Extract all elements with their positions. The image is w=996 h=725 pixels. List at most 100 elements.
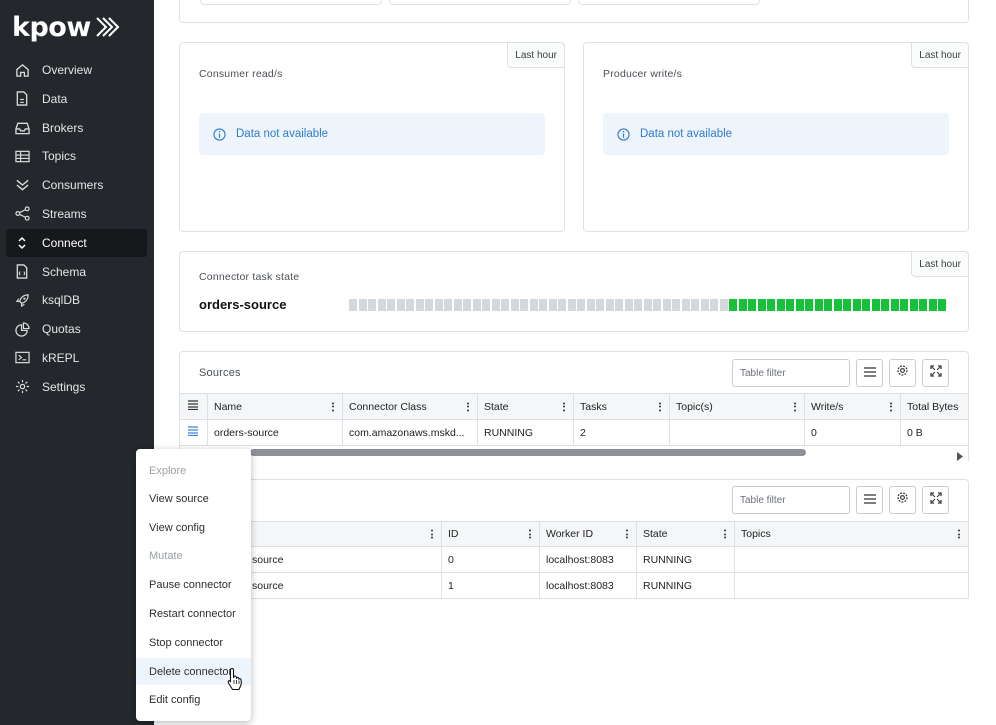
table-row[interactable]: source 1 localhost:8083 RUNNING xyxy=(180,573,968,599)
column-header-tasks[interactable]: Tasks xyxy=(574,394,670,419)
column-label: Connector Class xyxy=(349,400,427,413)
task-segment-running xyxy=(738,299,747,311)
task-segment-running xyxy=(862,299,870,311)
task-segment-idle xyxy=(520,299,528,311)
row-menu-cell[interactable] xyxy=(180,420,208,445)
task-segment-idle xyxy=(444,299,452,311)
cell-name[interactable]: orders-source xyxy=(208,420,343,445)
consumer-read-card: Last hour Consumer read/s Data not avail… xyxy=(179,42,565,232)
tasks-card: Table filter ID Worker ID State Topics s… xyxy=(179,479,969,599)
chevrons-updown-icon xyxy=(14,235,30,251)
hand-cursor-icon xyxy=(227,667,242,691)
column-header-worker-id[interactable]: Worker ID xyxy=(540,522,637,546)
column-menu-icon[interactable] xyxy=(529,529,531,539)
column-menu-icon[interactable] xyxy=(563,402,565,411)
list-icon xyxy=(188,400,198,413)
task-segment-running xyxy=(814,299,823,311)
sidebar-item-brokers[interactable]: Brokers xyxy=(6,114,147,142)
column-header-state[interactable]: State xyxy=(478,394,574,419)
sidebar-item-connect[interactable]: Connect xyxy=(6,228,147,257)
scrollbar-thumb[interactable] xyxy=(250,449,806,456)
cell-worker-id: localhost:8083 xyxy=(540,547,637,572)
column-header-connector-class[interactable]: Connector Class xyxy=(343,394,478,419)
table-filter-input[interactable]: Table filter xyxy=(732,486,850,514)
task-segment-idle xyxy=(672,299,680,311)
sidebar-item-quotas[interactable]: Quotas xyxy=(6,315,147,343)
task-segment-idle xyxy=(548,299,557,311)
column-menu-icon[interactable] xyxy=(794,402,796,411)
table-row[interactable]: source 0 localhost:8083 RUNNING xyxy=(180,547,968,573)
menu-item-restart-connector[interactable]: Restart connector xyxy=(136,600,251,627)
expand-button[interactable] xyxy=(922,359,949,387)
menu-item-view-config[interactable]: View config xyxy=(136,514,251,541)
sidebar-item-consumers[interactable]: Consumers xyxy=(6,171,147,199)
list-icon xyxy=(863,364,876,382)
logo[interactable]: kpow xyxy=(12,12,121,43)
task-segment-idle xyxy=(358,299,367,311)
card-title: Producer write/s xyxy=(603,68,683,80)
card-title: Sources xyxy=(199,367,241,379)
columns-button[interactable] xyxy=(856,359,883,387)
column-menu-icon[interactable] xyxy=(724,529,726,539)
menu-item-view-source[interactable]: View source xyxy=(136,485,251,512)
column-label: Worker ID xyxy=(546,528,594,540)
sidebar-item-data[interactable]: Data xyxy=(6,85,147,113)
task-segment-running xyxy=(795,299,804,311)
sidebar-item-topics[interactable]: Topics xyxy=(6,142,147,170)
task-segment-idle xyxy=(719,299,728,311)
column-header-name[interactable]: Name xyxy=(208,394,343,419)
column-header-topics[interactable]: Topics xyxy=(735,522,968,546)
sidebar-item-krepl[interactable]: kREPL xyxy=(6,344,147,372)
column-menu-icon[interactable] xyxy=(626,529,628,539)
sidebar-item-label: Settings xyxy=(42,379,86,394)
column-header-total-bytes[interactable]: Total Bytes xyxy=(901,394,968,419)
horizontal-scrollbar[interactable] xyxy=(180,448,968,461)
top-card-partial xyxy=(179,0,969,23)
task-segment-running xyxy=(767,299,775,311)
column-header-id[interactable]: ID xyxy=(442,522,540,546)
column-menu-icon[interactable] xyxy=(890,402,892,411)
settings-button[interactable] xyxy=(889,359,916,387)
task-segment-running xyxy=(909,299,918,311)
column-label: Tasks xyxy=(580,400,607,413)
column-header-topics[interactable]: Topic(s) xyxy=(670,394,805,419)
sidebar-item-overview[interactable]: Overview xyxy=(6,56,147,84)
gear-icon xyxy=(896,491,909,509)
time-range-badge[interactable]: Last hour xyxy=(507,42,565,68)
sidebar-item-settings[interactable]: Settings xyxy=(6,373,147,401)
task-segment-running xyxy=(843,299,851,311)
settings-button[interactable] xyxy=(889,486,916,514)
column-menu-icon[interactable] xyxy=(659,402,661,411)
column-menu-icon[interactable] xyxy=(467,402,469,411)
column-menu-icon[interactable] xyxy=(958,529,960,539)
data-unavailable-alert: Data not available xyxy=(199,113,545,155)
column-menu-icon[interactable] xyxy=(332,402,334,411)
menu-item-stop-connector[interactable]: Stop connector xyxy=(136,629,251,656)
terminal-icon xyxy=(14,350,30,366)
task-segment-idle xyxy=(425,299,433,311)
cell-id: 0 xyxy=(442,547,540,572)
share-icon xyxy=(14,206,30,222)
time-range-badge[interactable]: Last hour xyxy=(911,42,969,68)
task-segment-idle xyxy=(691,299,699,311)
table-row[interactable]: orders-source com.amazonaws.mskd... RUNN… xyxy=(180,420,968,446)
columns-button[interactable] xyxy=(856,486,883,514)
column-header-writes[interactable]: Write/s xyxy=(805,394,901,419)
chevrons-down-icon xyxy=(14,177,30,193)
column-menu-icon[interactable] xyxy=(431,529,433,539)
column-header-state[interactable]: State xyxy=(637,522,735,546)
scroll-right-arrow-icon[interactable] xyxy=(956,448,964,466)
time-range-badge[interactable]: Last hour xyxy=(911,251,969,277)
task-segment-idle xyxy=(624,299,633,311)
row-select-header[interactable] xyxy=(180,394,208,419)
row-menu-icon[interactable] xyxy=(188,426,198,439)
menu-item-pause-connector[interactable]: Pause connector xyxy=(136,571,251,598)
sidebar-item-streams[interactable]: Streams xyxy=(6,200,147,228)
sidebar-item-schema[interactable]: Schema xyxy=(6,258,147,286)
cell-state: RUNNING xyxy=(478,420,574,445)
expand-button[interactable] xyxy=(922,486,949,514)
sidebar-item-ksqldb[interactable]: ksqlDB xyxy=(6,286,147,314)
task-segment-idle xyxy=(434,299,443,311)
cell-topics xyxy=(670,420,805,445)
table-filter-input[interactable]: Table filter xyxy=(732,359,850,387)
